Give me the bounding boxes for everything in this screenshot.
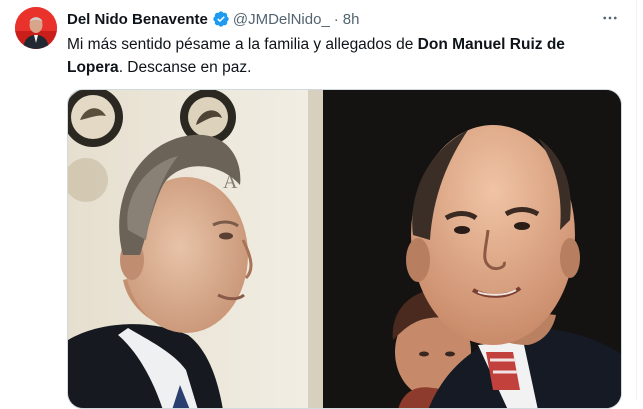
more-horizontal-icon[interactable] xyxy=(600,8,620,28)
author-name[interactable]: Del Nido Benavente xyxy=(67,11,208,28)
tweet-text: Mi más sentido pésame a la familia y all… xyxy=(67,33,622,79)
tweet-image[interactable]: A xyxy=(67,89,622,409)
tweet-text-part1: Mi más sentido pésame a la familia y all… xyxy=(67,36,418,53)
photo-two-men: A xyxy=(68,90,621,408)
tweet-header: Del Nido Benavente @JMDelNido_ · 8h xyxy=(67,9,359,29)
tweet-text-part2: . Descanse en paz. xyxy=(118,59,252,76)
verified-badge-icon xyxy=(212,10,230,28)
timestamp[interactable]: 8h xyxy=(343,11,360,28)
separator-dot: · xyxy=(333,10,339,28)
avatar[interactable] xyxy=(15,7,57,49)
author-handle[interactable]: @JMDelNido_ xyxy=(233,11,330,28)
timeline-divider xyxy=(636,0,637,400)
avatar-photo xyxy=(15,7,57,49)
tweet-card[interactable]: Del Nido Benavente @JMDelNido_ · 8h Mi m… xyxy=(0,0,643,409)
